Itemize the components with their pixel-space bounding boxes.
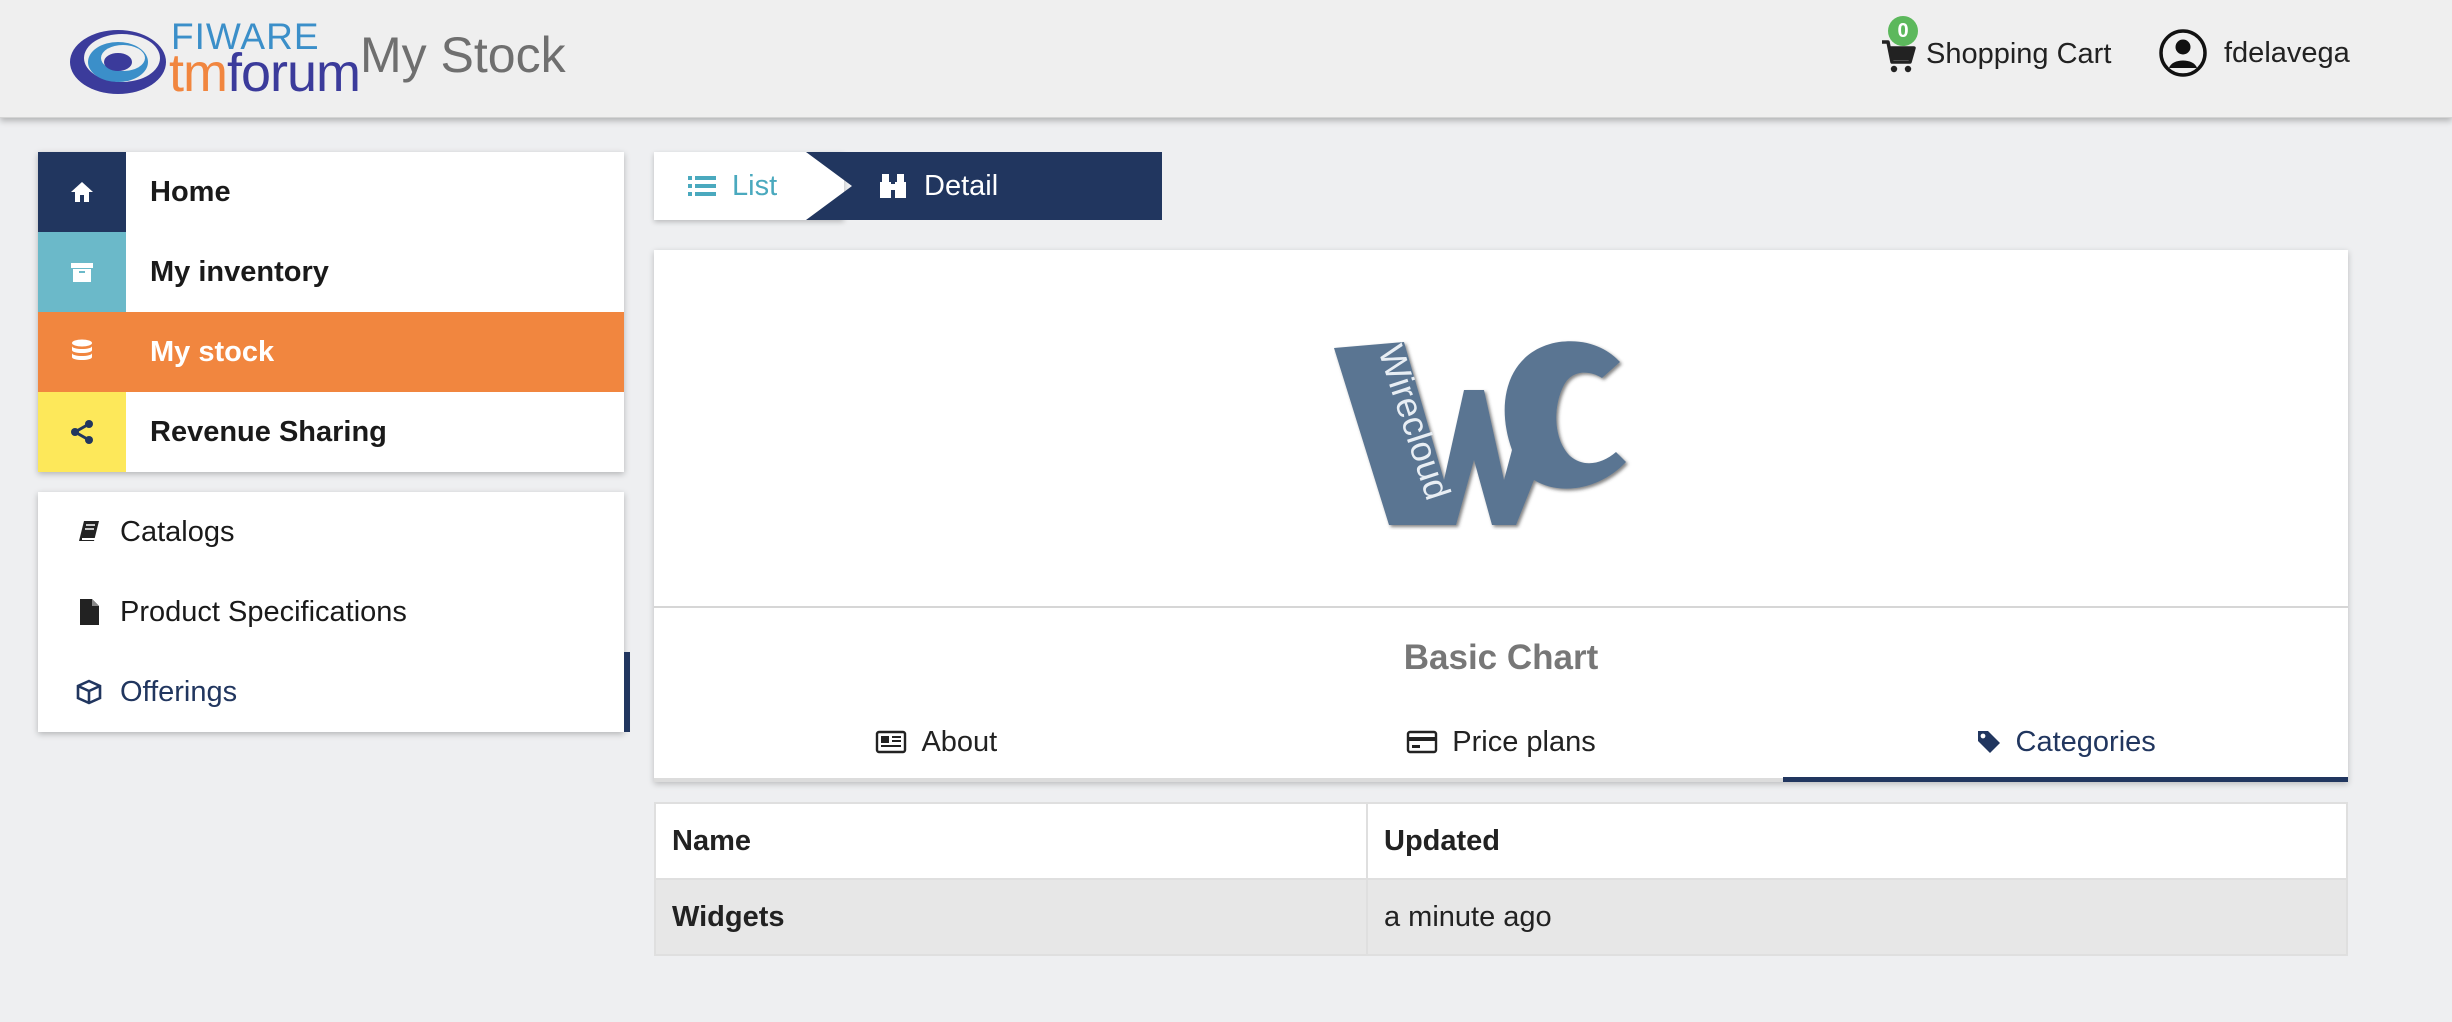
binoculars-icon [878, 172, 908, 200]
product-image: Wirecloud [654, 250, 2348, 608]
cart-count-badge: 0 [1888, 16, 1918, 46]
nav-item-home[interactable]: Home [38, 152, 624, 232]
file-icon [74, 597, 104, 627]
product-name: Basic Chart [1403, 638, 1599, 677]
credit-card-icon [1406, 730, 1438, 754]
tab-label: Categories [2015, 725, 2156, 758]
nav-item-label: Product Specifications [120, 595, 407, 628]
user-menu[interactable]: fdelavega [2158, 28, 2350, 78]
nav-item-revenue-sharing[interactable]: Revenue Sharing [38, 392, 624, 472]
tag-icon [1976, 729, 2002, 755]
nav-item-catalogs[interactable]: Catalogs [38, 492, 624, 572]
database-icon [38, 312, 126, 392]
page-title: My Stock [360, 27, 566, 83]
tab-price-plans[interactable]: Price plans [1219, 706, 1784, 778]
breadcrumb-detail-label: Detail [924, 169, 999, 202]
column-header-name: Name [654, 802, 1368, 880]
nav-item-label: Revenue Sharing [150, 415, 387, 448]
tab-about[interactable]: About [654, 706, 1219, 778]
nav-item-label: Offerings [120, 675, 238, 708]
primary-nav: Home My inventory My stock Revenue Shari… [38, 152, 624, 472]
nav-item-my-stock[interactable]: My stock [38, 312, 624, 392]
nav-item-label: My stock [150, 335, 275, 368]
nav-item-product-specifications[interactable]: Product Specifications [38, 572, 624, 652]
category-name: Widgets [654, 878, 1368, 956]
fiware-tmforum-logo[interactable]: FIWARE tmforum [68, 16, 361, 103]
home-icon [38, 152, 126, 232]
nav-item-my-inventory[interactable]: My inventory [38, 232, 624, 312]
nav-item-label: Catalogs [120, 515, 235, 548]
tab-categories[interactable]: Categories [1783, 706, 2348, 782]
breadcrumb-list-link[interactable]: List [654, 152, 844, 220]
archive-icon [38, 232, 126, 312]
table-row[interactable]: Widgets a minute ago [654, 878, 2348, 956]
tab-label: About [921, 725, 998, 758]
breadcrumb-detail-current: Detail [806, 152, 1162, 220]
column-header-updated: Updated [1366, 802, 2348, 880]
shopping-cart-button[interactable]: 0 Shopping Cart [1880, 16, 2112, 76]
nav-item-label: My inventory [150, 255, 329, 288]
tab-label: Price plans [1452, 725, 1596, 758]
product-tabs: About Price plans Categories [654, 706, 2348, 782]
product-detail-card: Wirecloud Basic Chart About Price plans … [654, 250, 2348, 782]
share-icon [38, 392, 126, 472]
top-bar: FIWARE tmforum My Stock 0 Shopping Cart … [0, 0, 2452, 118]
nav-item-offerings[interactable]: Offerings [38, 652, 630, 732]
user-avatar-icon [2159, 29, 2207, 77]
swirl-logo-icon [70, 30, 166, 94]
wirecloud-logo: Wirecloud [1334, 340, 1626, 525]
newspaper-icon [875, 730, 907, 754]
category-updated: a minute ago [1366, 878, 2348, 956]
secondary-nav: Catalogs Product Specifications Offering… [38, 492, 630, 732]
breadcrumb-list-label: List [732, 169, 778, 202]
book-icon [74, 517, 104, 547]
table-header-row: Name Updated [654, 802, 2348, 880]
tmforum-wordmark: tmforum [169, 43, 361, 103]
username: fdelavega [2224, 36, 2350, 69]
categories-table: Name Updated Widgets a minute ago [654, 802, 2348, 956]
nav-item-label: Home [150, 175, 231, 208]
shopping-cart-label: Shopping Cart [1926, 37, 2112, 70]
list-icon [688, 175, 716, 197]
shopping-cart-icon: 0 [1880, 16, 1920, 74]
cube-icon [74, 677, 104, 707]
